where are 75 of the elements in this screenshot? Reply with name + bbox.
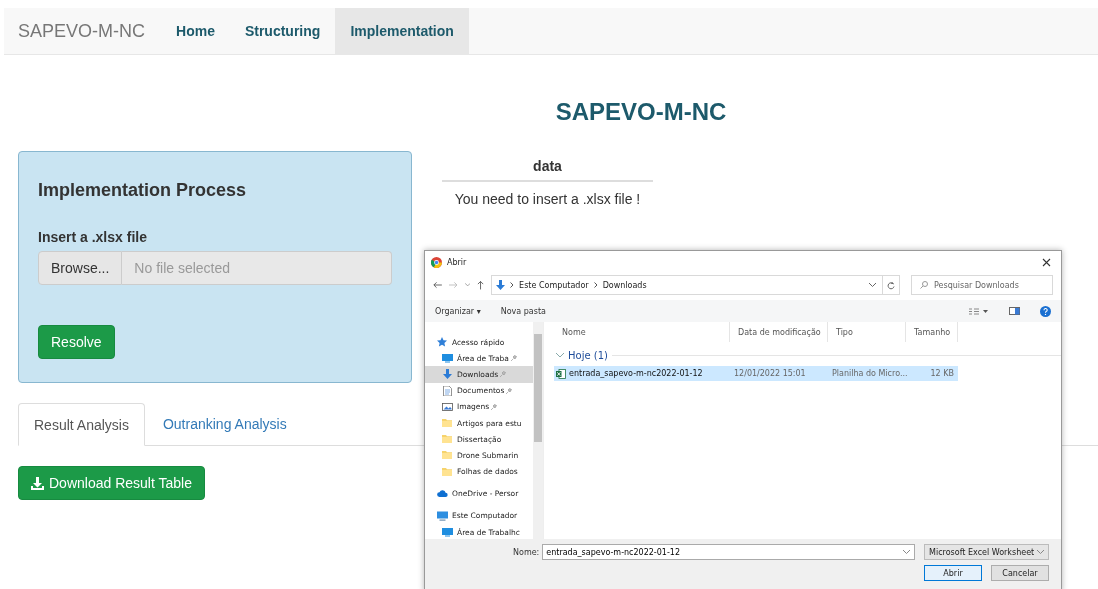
download-icon [31,476,44,490]
star-icon [437,337,448,348]
chevron-down-icon [556,352,564,358]
column-header[interactable]: Data de modificação [730,322,828,342]
cancel-button[interactable]: Cancelar [991,565,1049,581]
file-type-dropdown[interactable]: Microsoft Excel Worksheet [924,544,1049,560]
monitor-icon [442,527,453,538]
folder-icon [442,434,453,445]
toolbar-button[interactable]: Nova pasta [500,306,546,316]
document-icon [442,385,453,396]
forward-arrow-icon [448,281,458,289]
refresh-button[interactable] [882,275,900,295]
preview-pane-icon [1009,307,1020,315]
table-header: data [442,158,653,182]
tab[interactable]: Outranking Analysis [146,403,303,445]
browse-button[interactable]: Browse... [38,251,123,285]
search-icon [920,281,928,289]
download-icon [442,369,453,380]
page-title: SAPEVO-M-NC [554,97,728,127]
column-header[interactable]: Tipo [828,322,906,342]
monitor-icon [437,510,448,521]
chevron-right-icon [510,282,515,288]
table-cell-text: Planilha do Micro... [831,369,906,378]
field-label: Insert a .xlsx file [38,229,148,245]
pin-icon [500,371,507,378]
table-cell-text: 12 KB [929,369,955,378]
nav-tab[interactable]: Structuring [229,8,336,54]
back-arrow-icon [433,281,442,289]
column-header[interactable]: Tamanho [906,322,958,342]
search-box[interactable]: Pesquisar Downloads [911,275,1053,295]
field-label: Nome: [513,547,540,557]
folder-icon [442,450,453,461]
breadcrumb-item[interactable]: Este Computador [519,280,589,290]
download-icon [496,279,506,291]
resolve-button[interactable]: Resolve [38,325,115,359]
breadcrumb-item[interactable]: Downloads [602,280,647,290]
folder-icon [442,466,453,477]
chevron-down-icon [464,283,470,287]
file-row[interactable]: entrada_sapevo-m-nc2022-01-12 12/01/2022 15:01 Planilha do Micro... 12 KB [554,366,958,381]
file-name-box[interactable]: entrada_sapevo-m-nc2022-01-12 [542,544,916,560]
monitor-icon [442,353,453,364]
nav-tab[interactable]: Implementation [335,8,469,54]
file-name: entrada_sapevo-m-nc2022-01-12 [569,369,703,378]
chevron-right-icon [593,282,598,288]
spreadsheet-icon [556,368,566,379]
up-arrow-icon [477,280,485,290]
empty-message: You need to insert a .xlsx file ! [453,190,642,207]
column-header[interactable]: Nome [554,322,730,342]
open-button[interactable]: Abrir [924,565,982,581]
view-options-icon [969,307,989,315]
image-icon [442,401,453,412]
folder-icon [442,418,453,429]
chevron-down-icon [869,283,877,287]
download-button[interactable]: Download Result Table [18,466,205,500]
tab[interactable]: Result Analysis [18,403,145,446]
toolbar-button[interactable]: Organizar ▾ [435,306,481,316]
refresh-icon [887,280,896,290]
help-icon [1040,305,1051,317]
group-header[interactable]: Hoje (1) [554,346,1061,364]
pin-icon [510,355,517,362]
panel-title: Implementation Process [38,180,248,201]
browser-logo-icon [431,256,442,268]
pin-icon [506,387,513,394]
chevron-down-icon [903,550,911,554]
nav-tab[interactable]: Home [161,8,230,54]
brand-title[interactable]: SAPEVO-M-NC [4,8,161,54]
cloud-icon [437,488,448,499]
close-icon [1042,257,1051,267]
table-cell-text: 12/01/2022 15:01 [733,369,807,378]
scrollbar[interactable] [533,322,543,539]
chevron-down-icon [1037,550,1044,554]
file-name-field[interactable]: No file selected [122,251,392,285]
pin-icon [491,403,498,410]
address-bar[interactable]: Este Computador Downloads [491,275,884,295]
window-title: Abrir [447,257,467,267]
